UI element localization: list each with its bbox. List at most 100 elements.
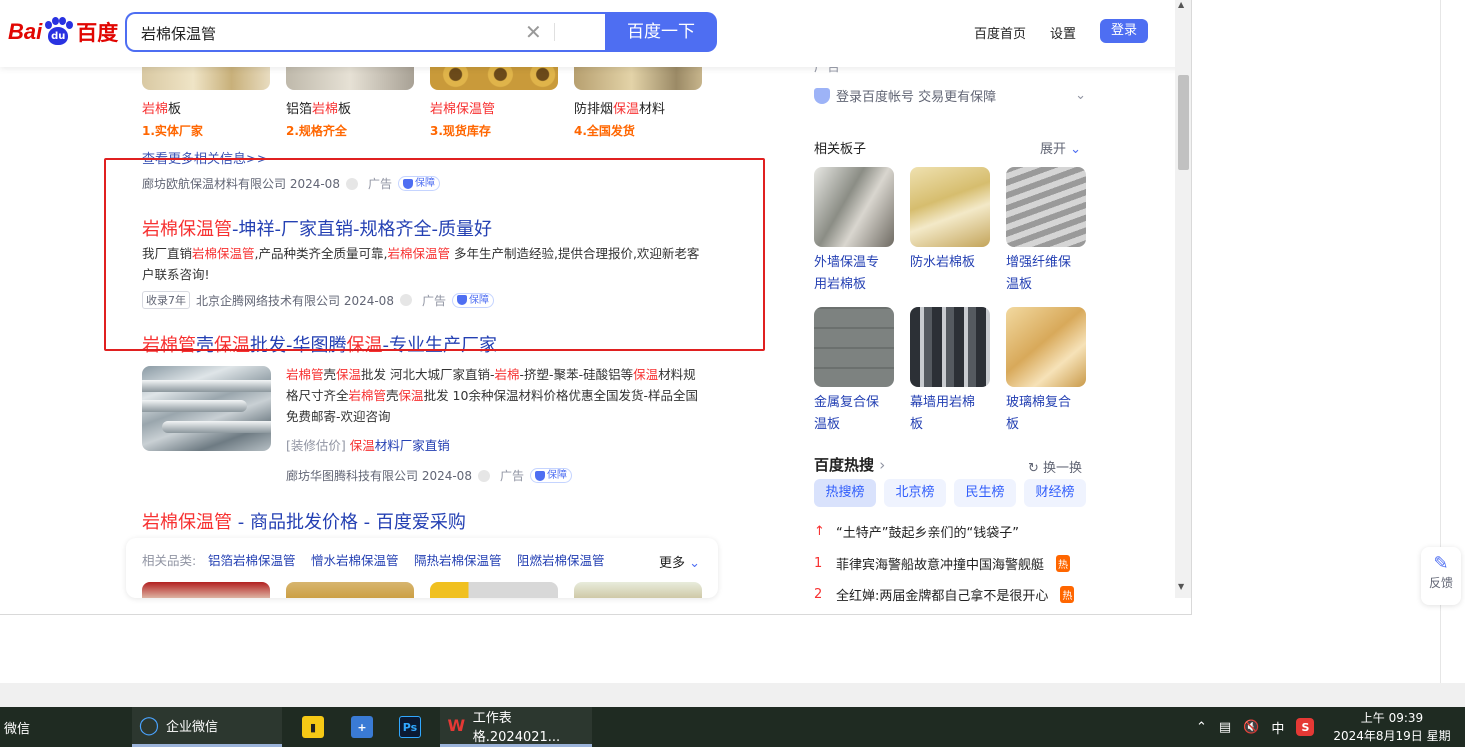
board-image-5[interactable]	[910, 307, 990, 387]
result2-meta: 廊坊华图腾科技有限公司 2024-08 广告 保障	[286, 467, 572, 484]
feedback-button[interactable]: ✎ 反馈	[1421, 547, 1461, 605]
chevron-down-icon: ⌄	[1070, 142, 1082, 157]
system-tray: ⌃ ▤ 🔇 中 S	[1196, 707, 1315, 747]
related-image-2[interactable]	[286, 582, 414, 598]
home-link[interactable]: 百度首页	[974, 23, 1026, 42]
window-bottom-strip	[0, 683, 1465, 707]
hot-item-2[interactable]: 2 全红婵:两届金牌都自己拿不是很开心热	[814, 585, 1075, 604]
shield-icon	[534, 470, 545, 481]
related-link[interactable]: 阻燃岩棉保温管	[517, 550, 605, 569]
related-link[interactable]: 铝箔岩棉保温管	[208, 550, 296, 569]
annotation-highlight-box	[104, 158, 765, 351]
chevron-up-icon[interactable]: ⌃	[1196, 720, 1207, 735]
hot-item-0[interactable]: ↑ “土特产”鼓起乡亲们的“钱袋子”	[814, 522, 1019, 541]
hot-badge: 热	[1060, 586, 1075, 603]
search-input[interactable]: 岩棉保温管 ✕	[125, 12, 607, 52]
board-image-4[interactable]	[814, 307, 894, 387]
related-label: 相关品类:	[142, 553, 197, 568]
tray-device-icon[interactable]: ▤	[1219, 720, 1231, 735]
pen-icon: ✎	[1433, 553, 1449, 574]
scrollbar-thumb[interactable]	[1178, 75, 1189, 170]
taskbar-photoshop[interactable]: Ps	[399, 707, 421, 747]
chevron-right-icon: ›	[879, 456, 886, 474]
volume-muted-icon[interactable]: 🔇	[1243, 720, 1259, 735]
search-button[interactable]: 百度一下	[605, 12, 717, 52]
settings-link[interactable]: 设置	[1050, 23, 1076, 42]
taskbar-sticky-notes[interactable]: ▮	[302, 707, 324, 747]
blank-area	[0, 615, 1440, 683]
hot-search-title[interactable]: 百度热搜 ›	[814, 454, 885, 475]
board-image-2[interactable]	[910, 167, 990, 247]
tab-livelihood[interactable]: 民生榜	[954, 479, 1016, 507]
chevron-down-icon[interactable]: ⌄	[1075, 88, 1086, 103]
ad-label: 广告	[499, 469, 524, 483]
board-name-5[interactable]: 幕墙用岩棉板	[910, 392, 990, 436]
date: 2024年8月19日 星期一	[1333, 729, 1451, 743]
product-name-4[interactable]: 防排烟保温材料	[574, 98, 665, 117]
result-image-pipes[interactable]	[142, 366, 271, 451]
ime-indicator[interactable]: 中	[1271, 718, 1284, 737]
result-title-3[interactable]: 岩棉保温管 - 商品批发价格 - 百度爱采购	[142, 508, 466, 534]
login-button[interactable]: 登录	[1100, 19, 1148, 43]
result2-sublink[interactable]: [装修估价] 保温材料厂家直销	[286, 435, 450, 456]
board-name-2[interactable]: 防水岩棉板	[910, 252, 990, 274]
product-image-3[interactable]	[430, 64, 558, 90]
divider	[554, 23, 555, 41]
expand-button[interactable]: 展开 ⌄	[1040, 138, 1081, 157]
product-name-1[interactable]: 岩棉板	[142, 98, 181, 117]
clock[interactable]: 上午 09:39 2024年8月19日 星期一	[1328, 709, 1456, 747]
related-image-1[interactable]	[142, 582, 270, 598]
more-button[interactable]: 更多 ⌄	[659, 552, 700, 571]
clear-icon[interactable]: ✕	[525, 20, 542, 44]
hot-item-1[interactable]: 1 菲律宾海警船故意冲撞中国海警舰艇热	[814, 554, 1071, 573]
baidu-logo[interactable]: Bai du 百度	[8, 14, 118, 50]
taskbar-wps-sheet[interactable]: W 工作表格.2024021...	[440, 707, 592, 747]
refresh-icon: ↻	[1028, 461, 1039, 476]
sticky-notes-icon: ▮	[302, 716, 324, 738]
product-name-2[interactable]: 铝箔岩棉板	[286, 98, 351, 117]
board-image-3[interactable]	[1006, 167, 1086, 247]
scroll-down-icon[interactable]: ▼	[1178, 582, 1184, 591]
board-name-6[interactable]: 玻璃棉复合板	[1006, 392, 1086, 436]
photoshop-icon: Ps	[399, 716, 421, 738]
related-image-3[interactable]	[430, 582, 558, 598]
refresh-button[interactable]: ↻ 换一换	[1028, 457, 1082, 476]
account-protect-link[interactable]: 登录百度帐号 交易更有保障 ⌄	[814, 86, 1086, 105]
product-name-3[interactable]: 岩棉保温管	[430, 98, 495, 117]
scroll-up-icon[interactable]: ▲	[1178, 0, 1184, 9]
tab-hot[interactable]: 热搜榜	[814, 479, 876, 507]
paw-icon: du	[43, 17, 74, 47]
wework-icon: ◯	[138, 715, 160, 736]
taskbar: 微信 ◯ 企业微信 ▮ + Ps W 工作表格.2024021... ⌃ ▤ 🔇…	[0, 707, 1465, 747]
taskbar-app-plus[interactable]: +	[351, 707, 373, 747]
chevron-down-icon: ⌄	[689, 556, 701, 571]
board-image-6[interactable]	[1006, 307, 1086, 387]
sogou-icon[interactable]: S	[1296, 718, 1315, 736]
info-dot-icon[interactable]	[477, 469, 490, 482]
plus-app-icon: +	[351, 716, 373, 738]
board-name-1[interactable]: 外墙保温专 用岩棉板	[814, 252, 894, 296]
wps-icon: W	[447, 716, 466, 735]
product-tag-1: 1.实体厂家	[142, 124, 203, 138]
product-image-2[interactable]	[286, 64, 414, 90]
pipe-shape	[142, 400, 247, 412]
board-name-3[interactable]: 增强纤维保 温板	[1006, 252, 1086, 296]
board-image-1[interactable]	[814, 167, 894, 247]
product-tag-3: 3.现货库存	[430, 124, 491, 138]
taskbar-wework[interactable]: ◯ 企业微信	[132, 707, 282, 747]
product-image-4[interactable]	[574, 64, 702, 90]
taskbar-wechat[interactable]: 微信	[4, 707, 30, 747]
time: 上午 09:39	[1360, 711, 1424, 725]
related-link[interactable]: 憎水岩棉保温管	[311, 550, 399, 569]
board-name-4[interactable]: 金属复合保 温板	[814, 392, 894, 436]
scrollbar[interactable]: ▲ ▼	[1175, 0, 1191, 598]
tab-beijing[interactable]: 北京榜	[884, 479, 946, 507]
product-image-1[interactable]	[142, 64, 270, 90]
hot-badge: 热	[1056, 555, 1071, 572]
guarantee-badge[interactable]: 保障	[529, 468, 572, 483]
related-image-4[interactable]	[574, 582, 702, 598]
tab-finance[interactable]: 财经榜	[1024, 479, 1086, 507]
result2-company[interactable]: 廊坊华图腾科技有限公司 2024-08	[286, 467, 472, 484]
related-link[interactable]: 隔热岩棉保温管	[414, 550, 502, 569]
boards-title: 相关板子	[814, 142, 867, 157]
